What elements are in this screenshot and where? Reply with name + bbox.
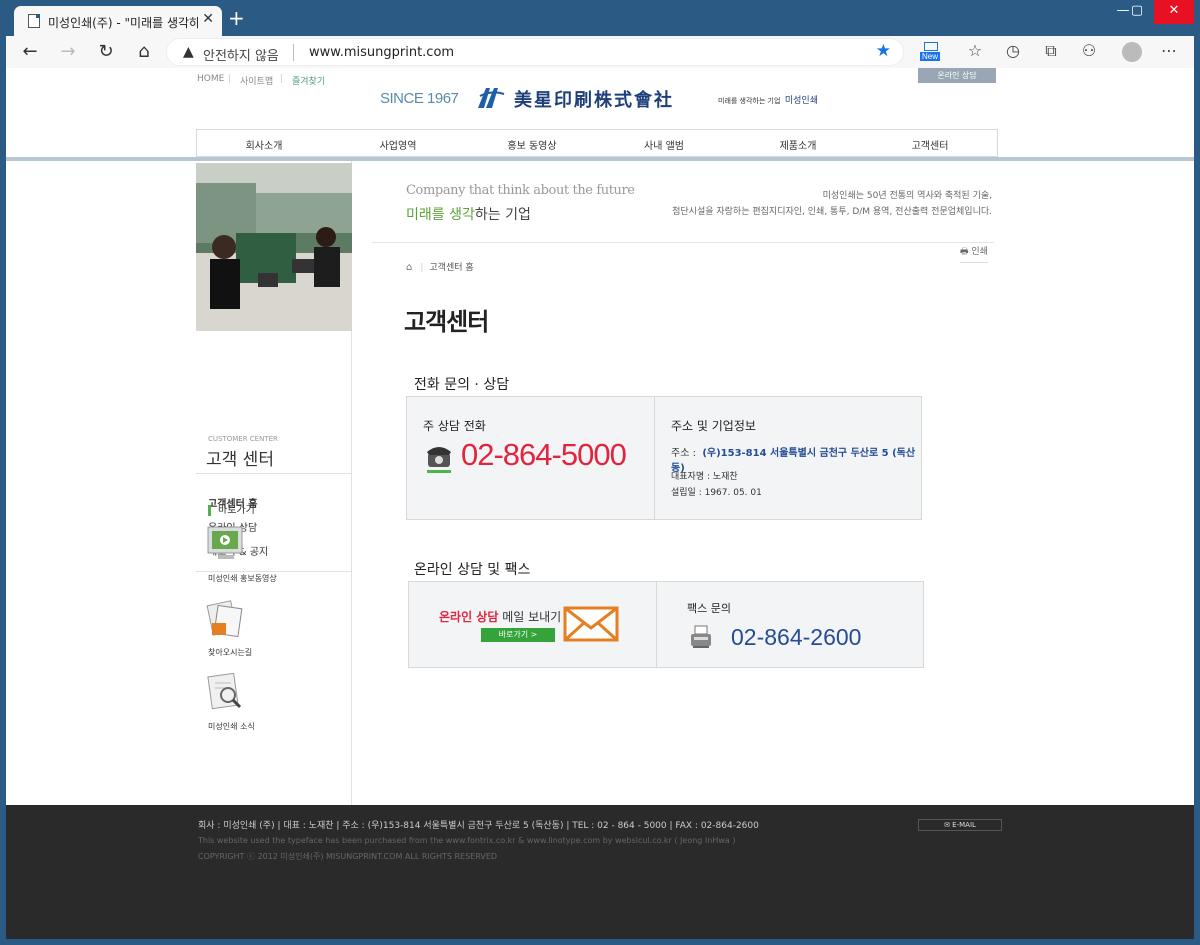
gnb-item-album[interactable]: 사내 앨범 [597, 137, 731, 152]
online-fax-box: 온라인 상담 메일 보내기 바로가기 > 팩스 문의 02-864-2600 [408, 581, 924, 668]
footer-company-info: 회사 : 미성인쇄 (주) | 대표 : 노재찬 | 주소 : (우)153-8… [198, 821, 759, 831]
refresh-icon[interactable]: ↻ [94, 41, 118, 62]
gnb-item-company[interactable]: 회사소개 [197, 137, 331, 152]
tab-close-button[interactable]: ✕ [202, 11, 214, 27]
address-divider [293, 44, 294, 61]
util-home-link[interactable]: HOME [197, 74, 224, 84]
forward-icon[interactable]: → [56, 41, 80, 62]
back-icon[interactable]: ← [18, 41, 42, 62]
representative: 대표자명 : 노재찬 [671, 472, 738, 482]
telephone-icon [427, 447, 451, 473]
maximize-button[interactable]: ▢ [1122, 0, 1152, 24]
insecure-label[interactable]: 안전하지 않음 [203, 45, 279, 64]
established-date: 설립일 : 1967. 05. 01 [671, 488, 762, 498]
fax-machine-icon [691, 625, 711, 648]
gnb-item-business[interactable]: 사업영역 [331, 137, 465, 152]
url-text[interactable]: www.misungprint.com [309, 45, 454, 60]
tab-title: 미성인쇄(주) - "미래를 생각하는 [48, 16, 198, 30]
fax-label: 팩스 문의 [687, 602, 731, 615]
util-divider: | [228, 74, 232, 84]
sidebar-title: 고객 센터 [206, 450, 274, 470]
history-icon[interactable]: ◷ [1002, 41, 1024, 60]
sidebar-title-en: CUSTOMER CENTER [208, 435, 278, 443]
new-feature-icon[interactable]: New [920, 42, 941, 62]
company-logo-icon [478, 88, 505, 108]
browser-window: 미성인쇄(주) - "미래를 생각하는 ✕ + — ▢ ✕ ← → ↻ ⌂ ▲ … [6, 0, 1194, 945]
online-mail-label: 온라인 상담 메일 보내기 [439, 610, 562, 624]
main-phone-number[interactable]: 02-864-5000 [461, 437, 627, 473]
sidebar-divider [196, 473, 352, 474]
extensions-icon[interactable]: ⚇ [1078, 41, 1100, 60]
map-icon[interactable] [206, 599, 246, 637]
company-info-label: 주소 및 기업정보 [671, 419, 756, 433]
gnb-item-customer[interactable]: 고객센터 [863, 137, 997, 152]
new-tab-button[interactable]: + [228, 8, 245, 28]
quick-link-news[interactable]: 미성인쇄 소식 [208, 721, 255, 732]
banner-ko-slogan: 미래를 생각하는 기업 [406, 207, 531, 223]
company-name-hanja[interactable]: 美星印刷株式會社 [514, 86, 674, 112]
page-title: 고객센터 [404, 308, 489, 336]
breadcrumb: ⌂ | 고객센터 홈 [406, 262, 474, 273]
gnb-item-products[interactable]: 제품소개 [731, 137, 865, 152]
main-navigation: 회사소개 사업영역 홍보 동영상 사내 앨범 제품소개 고객센터 [196, 129, 998, 157]
quick-link-video[interactable]: 미성인쇄 홍보동영상 [208, 573, 277, 584]
gnb-item-video[interactable]: 홍보 동영상 [465, 137, 599, 152]
warning-icon: ▲ [183, 44, 194, 60]
online-consult-tab[interactable]: 온라인 상담 [918, 68, 996, 83]
sidebar-divider [196, 571, 352, 572]
phone-section-title: 전화 문의 · 상담 [414, 377, 510, 393]
home-icon[interactable]: ⌂ [132, 41, 156, 62]
magnifier-document-icon[interactable] [206, 673, 246, 711]
tab-bar: 미성인쇄(주) - "미래를 생각하는 ✕ + — ▢ ✕ [6, 0, 1194, 36]
footer-copyright: COPYRIGHT ⓒ 2012 미성인쇄(주) MISUNGPRINT.COM… [198, 852, 498, 861]
phone-info-box: 주 상담 전화 02-864-5000 주소 및 기업정보 주소 : (우)15… [406, 396, 922, 520]
banner-description: 미성인쇄는 50년 전통의 역사와 축적된 기술, 첨단시설을 자랑하는 편집지… [672, 191, 992, 217]
profile-avatar[interactable] [1122, 42, 1142, 62]
quick-links-title: 바로가기 [208, 505, 255, 516]
go-online-consult-button[interactable]: 바로가기 > [481, 628, 555, 642]
footer-email-button[interactable]: ✉ E-MAIL [918, 819, 1002, 831]
quick-link-directions[interactable]: 찾아오시는길 [208, 647, 252, 658]
envelope-icon[interactable] [563, 606, 619, 642]
breadcrumb-current: 고객센터 홈 [429, 263, 474, 273]
address-toolbar: ← → ↻ ⌂ ▲ 안전하지 않음 www.misungprint.com ★ … [6, 36, 1194, 68]
fax-number[interactable]: 02-864-2600 [731, 624, 861, 651]
since-text: SINCE 1967 [380, 90, 459, 107]
footer-typeface-notice: This website used the typeface has been … [198, 836, 736, 845]
phone-panel: 주 상담 전화 02-864-5000 [407, 397, 655, 519]
header-tagline: 미래를 생각하는 기업 미성인쇄 [718, 96, 818, 106]
phone-label: 주 상담 전화 [423, 419, 486, 433]
browser-tab[interactable]: 미성인쇄(주) - "미래를 생각하는 ✕ [14, 6, 222, 36]
banner-en-slogan: Company that think about the future [406, 183, 635, 198]
address-bar[interactable]: ▲ 안전하지 않음 www.misungprint.com ★ [166, 38, 904, 66]
footer: 회사 : 미성인쇄 (주) | 대표 : 노재찬 | 주소 : (우)153-8… [6, 805, 1194, 939]
sidebar: CUSTOMER CENTER 고객 센터 고객센터 홈 온라인 상담 새소식 … [196, 161, 352, 805]
fax-panel: 팩스 문의 02-864-2600 [657, 582, 923, 667]
top-banner: Company that think about the future 미래를 … [372, 161, 994, 243]
util-sitemap-link[interactable]: 사이트맵 [240, 74, 273, 87]
favorites-list-icon[interactable]: ☆ [964, 41, 986, 60]
util-favorite-link[interactable]: 즐겨찾기 [292, 74, 325, 87]
office-photo [196, 163, 352, 331]
util-divider: | [280, 74, 284, 84]
page-icon [28, 14, 40, 28]
printer-icon: 🖶 [960, 247, 969, 257]
more-menu-icon[interactable]: ⋯ [1158, 41, 1180, 60]
print-button[interactable]: 🖶 인쇄 [960, 244, 988, 263]
window-bottom-border [6, 939, 1194, 945]
company-info-panel: 주소 및 기업정보 주소 : (우)153-814 서울특별시 금천구 두산로 … [655, 397, 921, 519]
breadcrumb-home-icon[interactable]: ⌂ [406, 262, 412, 273]
web-page: HOME | 사이트맵 | 즐겨찾기 온라인 상담 SINCE 1967 美星印… [6, 68, 1194, 805]
video-monitor-icon[interactable] [206, 525, 246, 563]
online-section-title: 온라인 상담 및 팩스 [414, 562, 531, 578]
new-badge-label: New [920, 52, 941, 61]
online-mail-panel: 온라인 상담 메일 보내기 바로가기 > [409, 582, 657, 667]
favorite-star-icon[interactable]: ★ [876, 41, 891, 61]
close-window-button[interactable]: ✕ [1154, 0, 1194, 24]
collections-icon[interactable]: ⧉ [1040, 41, 1062, 61]
